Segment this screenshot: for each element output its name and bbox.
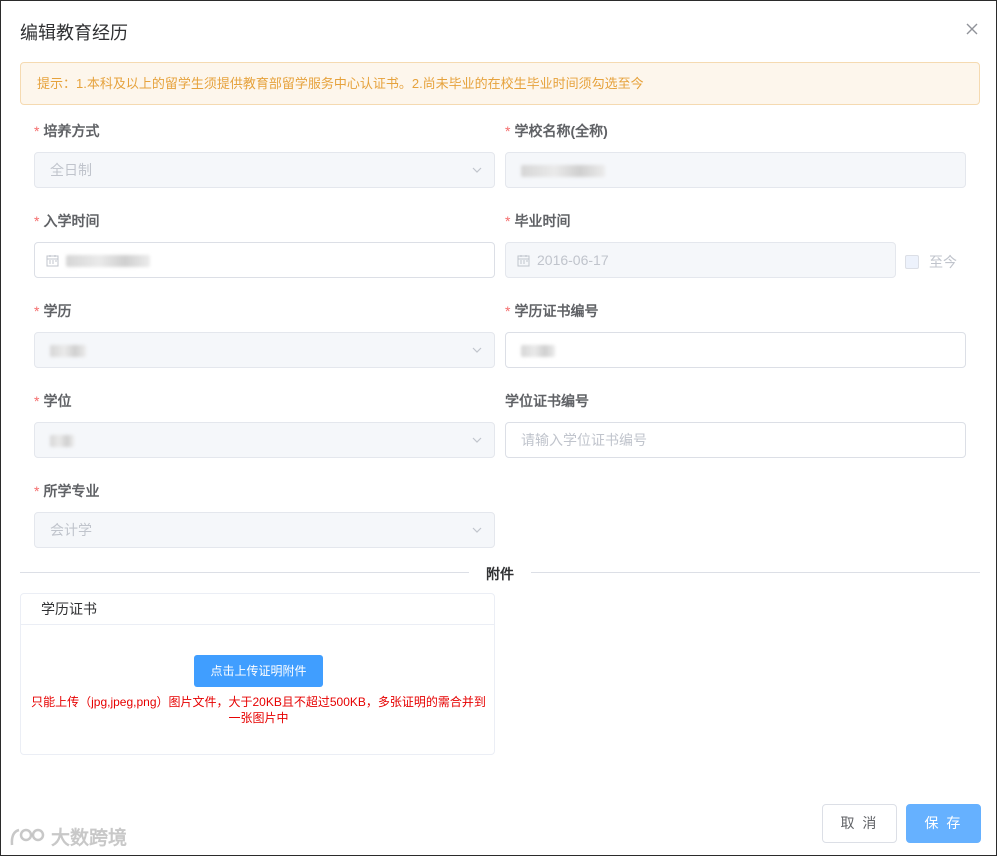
tip-alert: 提示：1.本科及以上的留学生须提供教育部留学服务中心认证书。2.尚未毕业的在校生… (20, 62, 980, 105)
required-mark: * (34, 483, 40, 499)
graduate-date-picker[interactable]: 2016-06-17 (505, 242, 896, 278)
upload-note: 只能上传（jpg,jpeg,png）图片文件，大于20KB且不超过500KB，多… (31, 695, 486, 725)
calendar-icon (46, 255, 59, 267)
degree-cert-label: 学位证书编号 (505, 393, 589, 409)
watermark-text: 大数跨境 (51, 828, 128, 849)
enroll-date-picker[interactable] (34, 242, 495, 278)
school-name-label: * 学校名称(全称) (505, 123, 608, 139)
chevron-down-icon (472, 347, 482, 353)
redacted-value (50, 435, 74, 448)
education-label: * 学历 (34, 303, 72, 319)
training-mode-value: 全日制 (50, 162, 92, 178)
degree-cert-placeholder: 请输入学位证书编号 (521, 432, 647, 448)
major-value: 会计学 (50, 522, 92, 538)
required-mark: * (505, 123, 511, 139)
education-cert-upload-card: 学历证书 点击上传证明附件 只能上传（jpg,jpeg,png）图片文件，大于2… (20, 593, 495, 755)
until-now-label: 至今 (929, 254, 957, 270)
redacted-value (50, 345, 86, 358)
degree-select[interactable] (34, 422, 495, 458)
major-select[interactable]: 会计学 (34, 512, 495, 548)
cancel-button[interactable]: 取 消 (822, 804, 897, 843)
calendar-icon (517, 255, 530, 267)
major-label: * 所学专业 (34, 483, 100, 499)
chevron-down-icon (472, 167, 482, 173)
dialog-title: 编辑教育经历 (20, 23, 128, 43)
watermark: 大数跨境 (9, 823, 127, 850)
graduate-date-label: * 毕业时间 (505, 213, 571, 229)
chevron-down-icon (472, 527, 482, 533)
required-mark: * (34, 303, 40, 319)
redacted-value (66, 255, 150, 268)
checkbox-box[interactable] (905, 255, 919, 269)
card-title: 学历证书 (21, 594, 494, 625)
save-button[interactable]: 保 存 (906, 804, 981, 843)
watermark-logo-icon (10, 828, 45, 845)
graduate-date-value: 2016-06-17 (537, 252, 609, 268)
until-now-checkbox[interactable]: 至今 (905, 252, 957, 272)
education-select[interactable] (34, 332, 495, 368)
education-cert-input[interactable] (505, 332, 966, 368)
upload-button[interactable]: 点击上传证明附件 (194, 655, 323, 687)
required-mark: * (505, 303, 511, 319)
education-cert-label: * 学历证书编号 (505, 303, 599, 319)
enroll-date-label: * 入学时间 (34, 213, 100, 229)
required-mark: * (34, 393, 40, 409)
redacted-value (521, 345, 555, 358)
edit-education-dialog: 编辑教育经历 提示：1.本科及以上的留学生须提供教育部留学服务中心认证书。2.尚… (0, 0, 997, 856)
required-mark: * (34, 123, 40, 139)
redacted-value (521, 165, 605, 178)
required-mark: * (505, 213, 511, 229)
chevron-down-icon (472, 437, 482, 443)
degree-label: * 学位 (34, 393, 72, 409)
required-mark: * (34, 213, 40, 229)
attachment-divider-label: 附件 (469, 564, 531, 584)
school-name-input[interactable] (505, 152, 966, 188)
training-mode-label: * 培养方式 (34, 123, 100, 139)
close-icon[interactable] (963, 20, 981, 38)
degree-cert-input[interactable]: 请输入学位证书编号 (505, 422, 966, 458)
training-mode-select[interactable]: 全日制 (34, 152, 495, 188)
